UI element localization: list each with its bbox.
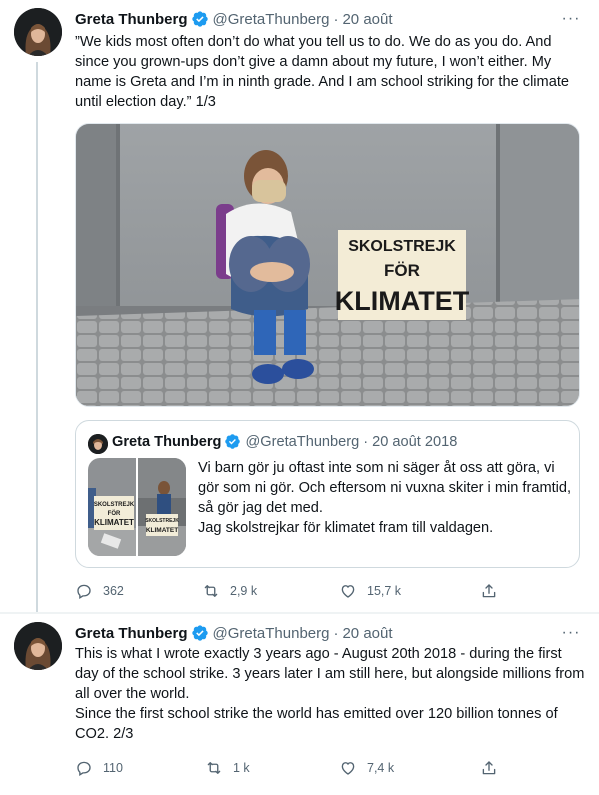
reply-icon <box>77 761 91 776</box>
retweet-count: 1 k <box>233 761 250 775</box>
tweet-date[interactable]: 20 août <box>342 11 392 28</box>
tweet-header: Greta Thunberg @GretaThunberg · 20 août <box>75 622 393 644</box>
avatar[interactable] <box>14 622 62 670</box>
share-button[interactable] <box>480 579 508 603</box>
action-bar: 362 2,9 k 15,7 k <box>75 579 505 603</box>
reply-count: 110 <box>103 761 123 775</box>
quoted-tweet[interactable]: Greta Thunberg @GretaThunberg · 20 août … <box>75 420 580 568</box>
heart-icon <box>341 585 355 598</box>
verified-badge-icon <box>225 434 241 449</box>
author-handle[interactable]: @GretaThunberg <box>213 625 330 642</box>
quoted-author-name: Greta Thunberg <box>112 433 222 450</box>
quoted-date: 20 août 2018 <box>372 433 458 450</box>
sign-line-1: SKOLSTREJK <box>348 238 456 255</box>
thumb-sign-line-3: KLIMATET <box>146 527 178 534</box>
share-button[interactable] <box>480 756 508 780</box>
retweet-button[interactable]: 2,9 k <box>202 579 257 603</box>
tweet-header: Greta Thunberg @GretaThunberg · 20 août <box>75 8 393 30</box>
share-icon <box>482 761 496 775</box>
thread-line <box>36 62 38 612</box>
retweet-count: 2,9 k <box>230 584 258 598</box>
quoted-avatar <box>88 434 108 454</box>
author-name[interactable]: Greta Thunberg <box>75 11 188 28</box>
sign-line-3: KLIMATET <box>335 286 470 316</box>
separator-dot: · <box>363 433 369 450</box>
reply-icon <box>77 584 91 599</box>
thumb-sign-line-3: KLIMATET <box>94 518 134 527</box>
like-button[interactable]: 15,7 k <box>339 579 401 603</box>
tweet-text: ”We kids most often don’t do what you te… <box>75 34 569 110</box>
photo-image: SKOLSTREJK FÖR KLIMATET <box>76 124 579 406</box>
share-icon <box>482 584 496 598</box>
quoted-media[interactable]: SKOLSTREJK FÖR KLIMATET SKOLSTREJK KLIMA… <box>88 458 186 556</box>
tweet-photo[interactable]: SKOLSTREJK FÖR KLIMATET <box>75 123 580 407</box>
retweet-button[interactable]: 1 k <box>205 756 250 780</box>
author-handle[interactable]: @GretaThunberg <box>213 11 330 28</box>
tweet-2[interactable]: Greta Thunberg @GretaThunberg · 20 août … <box>0 614 599 795</box>
tweet-text: This is what I wrote exactly 3 years ago… <box>75 646 585 742</box>
quoted-photo-1: SKOLSTREJK FÖR KLIMATET <box>88 458 136 556</box>
more-options-icon[interactable]: ··· <box>561 9 581 29</box>
thumb-sign-line-2: FÖR <box>108 510 121 517</box>
quoted-photo-2: SKOLSTREJK KLIMATET <box>138 458 186 556</box>
reply-count: 362 <box>103 584 124 598</box>
thumb-sign-line-1: SKOLSTREJK <box>94 502 135 508</box>
more-options-icon[interactable]: ··· <box>561 623 581 643</box>
like-button[interactable]: 7,4 k <box>339 756 394 780</box>
sign-line-2: FÖR <box>384 261 420 280</box>
quoted-text: Vi barn gör ju oftast inte som ni säger … <box>198 460 572 536</box>
author-name[interactable]: Greta Thunberg <box>75 625 188 642</box>
verified-badge-icon <box>191 11 208 27</box>
heart-icon <box>341 762 355 775</box>
like-count: 7,4 k <box>367 761 395 775</box>
like-count: 15,7 k <box>367 584 402 598</box>
separator-dot: · <box>333 10 339 28</box>
tweet-1[interactable]: Greta Thunberg @GretaThunberg · 20 août … <box>0 0 599 612</box>
quoted-header: Greta Thunberg @GretaThunberg · 20 août … <box>112 433 457 450</box>
action-bar: 110 1 k 7,4 k <box>75 756 505 780</box>
thumb-sign-line-1: SKOLSTREJK <box>145 518 179 524</box>
avatar[interactable] <box>14 8 62 56</box>
retweet-icon <box>207 762 221 774</box>
verified-badge-icon <box>191 625 208 641</box>
reply-button[interactable]: 110 <box>75 756 123 780</box>
tweet-date[interactable]: 20 août <box>342 625 392 642</box>
separator-dot: · <box>333 624 339 642</box>
reply-button[interactable]: 362 <box>75 579 124 603</box>
quoted-handle: @GretaThunberg <box>245 433 360 450</box>
retweet-icon <box>204 585 218 597</box>
